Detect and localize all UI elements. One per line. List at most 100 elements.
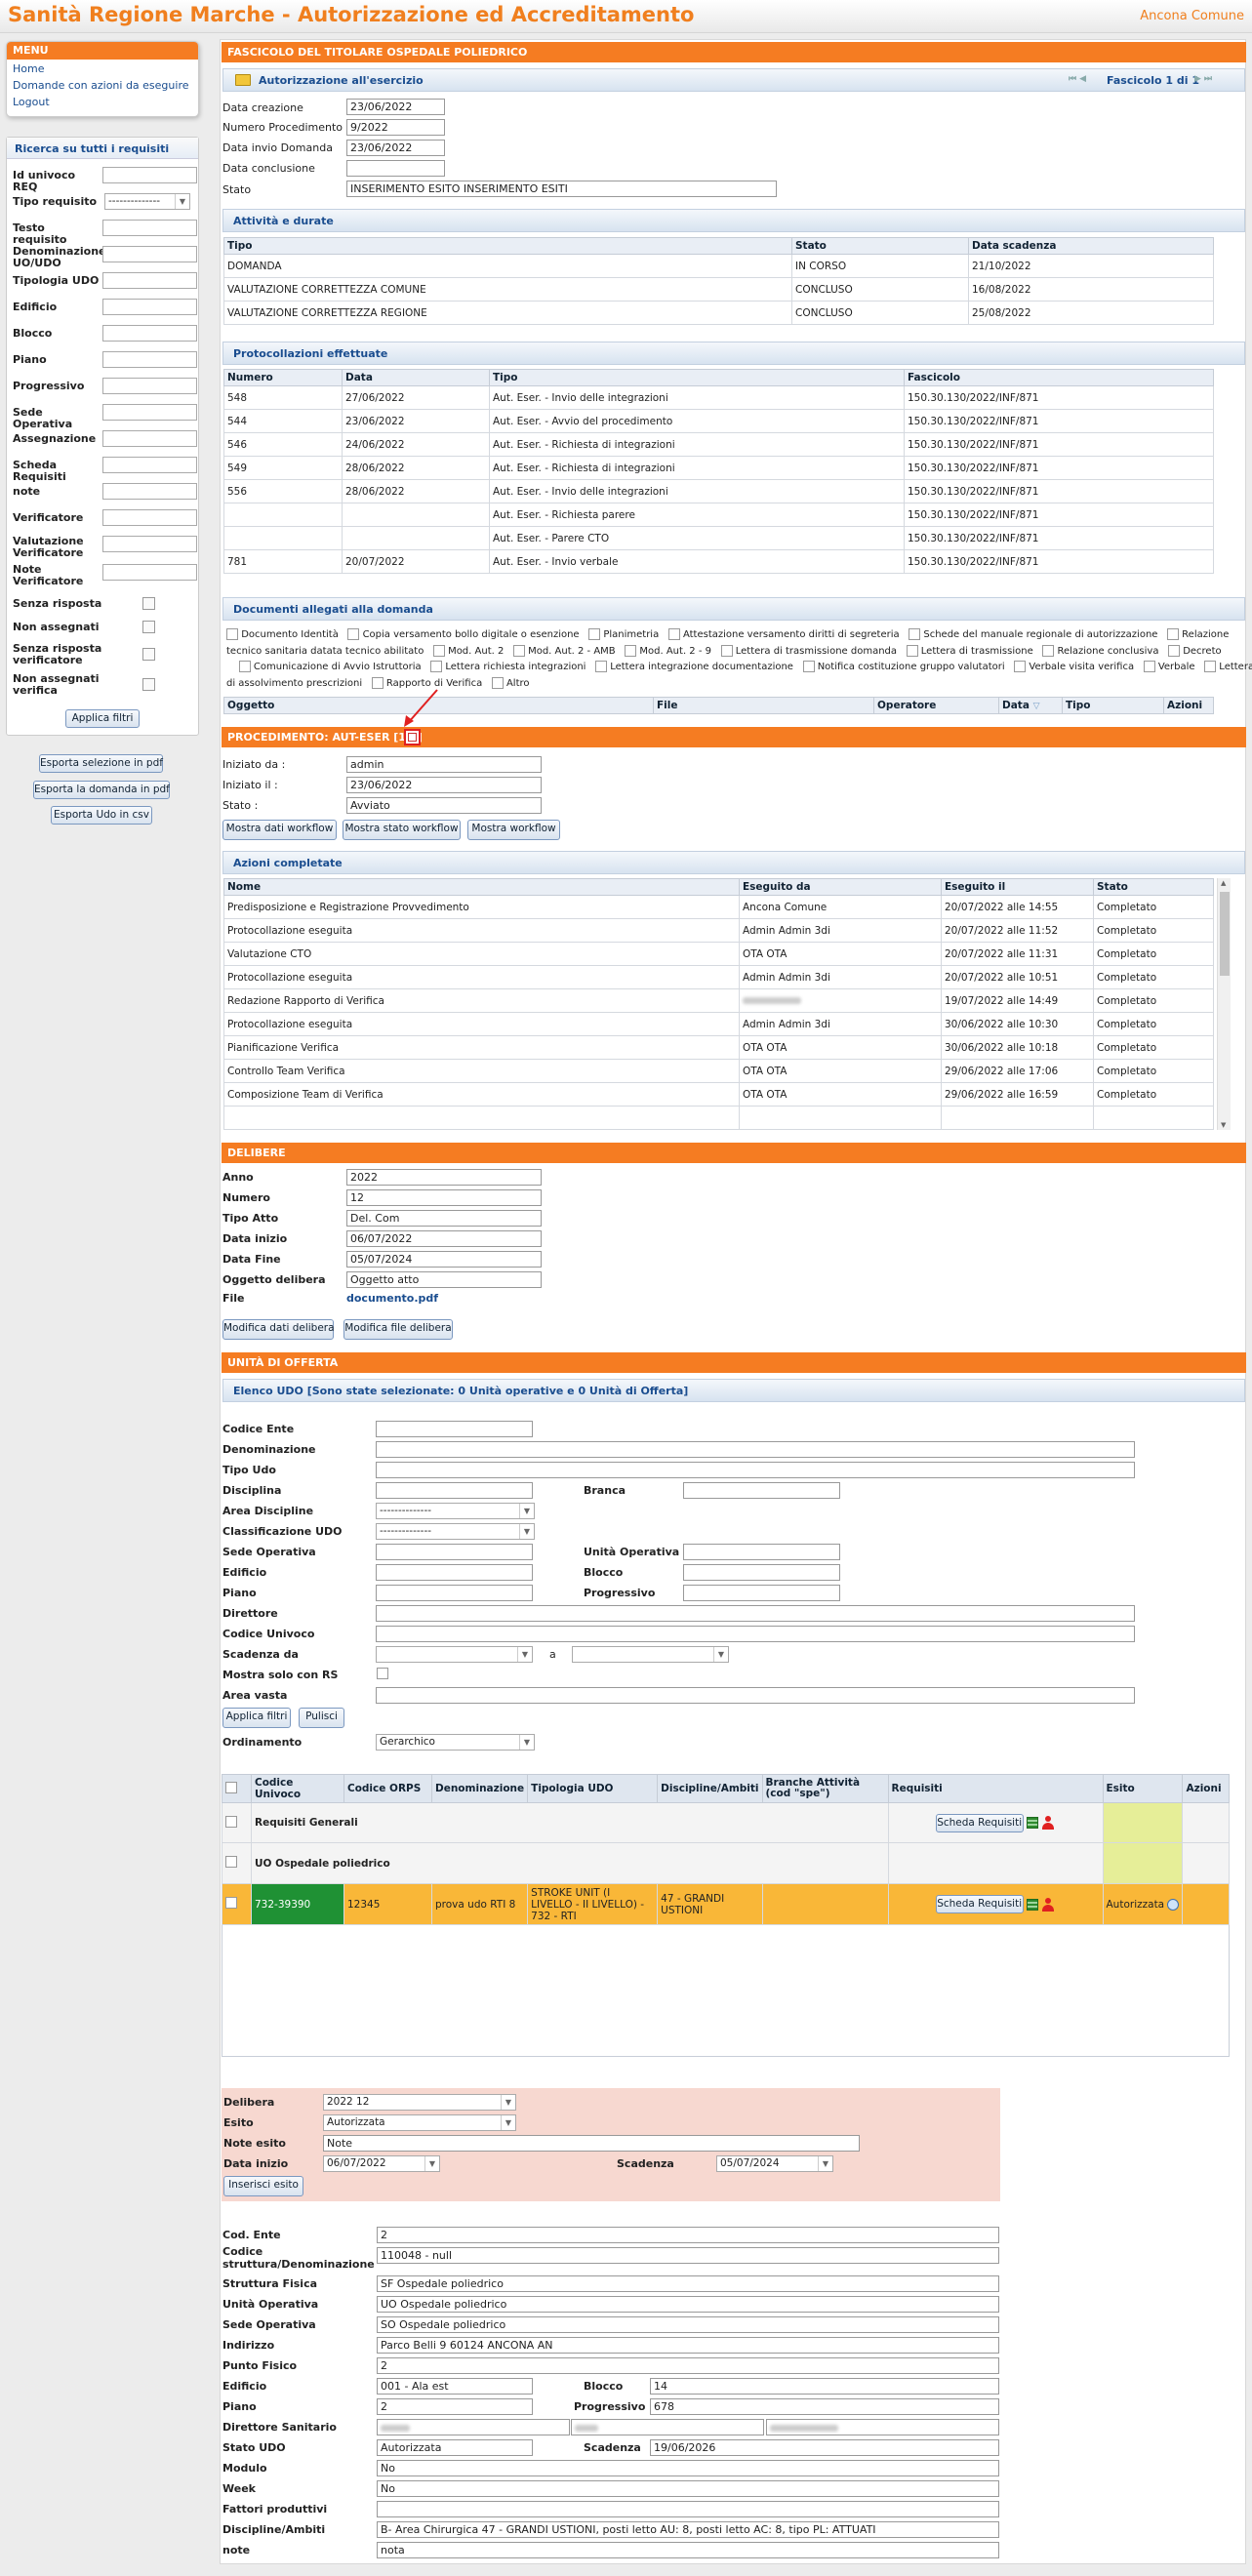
ordinamento-select[interactable]: Gerarchico ▼: [376, 1734, 535, 1751]
user-icon[interactable]: [1041, 1816, 1055, 1830]
doc-checkbox[interactable]: [371, 676, 384, 689]
doc-checkbox[interactable]: [430, 661, 443, 672]
current-user[interactable]: Ancona Comune: [1140, 9, 1244, 23]
azioni-scroll-area[interactable]: Nome Eseguito da Eseguito il Stato Predispo…: [223, 878, 1232, 1130]
doc-checkbox[interactable]: [720, 644, 733, 657]
codice-ente-input[interactable]: [376, 1421, 533, 1437]
doc-checkbox[interactable]: [1014, 661, 1027, 672]
udo-apply-filters-button[interactable]: Applica filtri: [222, 1708, 291, 1728]
tipo-udo-input[interactable]: [376, 1462, 1135, 1478]
pager-next-icons[interactable]: ▶⏭: [1194, 74, 1215, 84]
row-checkbox[interactable]: [225, 1856, 237, 1868]
senza-risposta-verificatore-checkbox[interactable]: [142, 648, 155, 661]
area-discipline-select[interactable]: -------------- ▼: [376, 1503, 535, 1519]
filter-valutazione-input[interactable]: [102, 536, 197, 552]
doc-checkbox[interactable]: [1042, 644, 1055, 657]
insert-esito-button[interactable]: Inserisci esito: [223, 2176, 303, 2196]
doc-checkbox[interactable]: [491, 676, 504, 689]
doc-checkbox[interactable]: [432, 644, 445, 657]
export-selection-pdf-button[interactable]: Esporta selezione in pdf: [39, 754, 163, 773]
filter-verificatore-input[interactable]: [102, 509, 197, 526]
edificio-input[interactable]: [376, 1564, 533, 1581]
filter-progressivo-input[interactable]: [102, 378, 197, 394]
doc-checkbox[interactable]: [1143, 661, 1155, 672]
pager-prev-icons[interactable]: ⏮◀: [1069, 74, 1089, 84]
doc-checkbox[interactable]: [625, 644, 637, 657]
filter-assegnazione-input[interactable]: [102, 430, 197, 447]
senza-risposta-checkbox[interactable]: [142, 597, 155, 610]
filter-sede-input[interactable]: [102, 404, 197, 421]
user-icon[interactable]: [1041, 1897, 1055, 1912]
esito-data-inizio-select[interactable]: 06/07/2022 ▼: [323, 2155, 440, 2172]
direttore-input[interactable]: [376, 1605, 1135, 1622]
doc-checkbox[interactable]: [1168, 644, 1180, 657]
scheda-requisiti-button[interactable]: Scheda Requisiti: [935, 1813, 1024, 1832]
doc-checkbox[interactable]: [1204, 661, 1217, 672]
filter-note-input[interactable]: [102, 483, 197, 500]
show-workflow-data-button[interactable]: Mostra dati workflow: [222, 820, 337, 840]
esito-select[interactable]: Autorizzata ▼: [323, 2114, 516, 2131]
row-checkbox[interactable]: [225, 1815, 237, 1828]
filter-denominazione-input[interactable]: [102, 246, 197, 262]
esito-delibera-select[interactable]: 2022 12 ▼: [323, 2094, 516, 2111]
sede-operativa-input[interactable]: [376, 1544, 533, 1560]
non-assegnati-verifica-checkbox[interactable]: [142, 678, 155, 691]
scrollbar[interactable]: ▲ ▼: [1217, 878, 1231, 1130]
doc-checkbox[interactable]: [595, 661, 607, 672]
select-all-checkbox[interactable]: [225, 1781, 237, 1793]
area-vasta-input[interactable]: [376, 1687, 1135, 1704]
codice-univoco-input[interactable]: [376, 1626, 1135, 1642]
menu-item-home[interactable]: Home: [7, 60, 198, 76]
show-workflow-state-button[interactable]: Mostra stato workflow: [343, 820, 461, 840]
filter-piano-input[interactable]: [102, 351, 197, 368]
filter-scheda-input[interactable]: [102, 457, 197, 473]
info-icon[interactable]: [1167, 1898, 1180, 1911]
delibera-file-link[interactable]: documento.pdf: [346, 1292, 438, 1305]
filter-tipologia-input[interactable]: [102, 272, 197, 289]
denominazione-input[interactable]: [376, 1441, 1135, 1458]
show-workflow-button[interactable]: Mostra workflow: [467, 820, 560, 840]
doc-checkbox[interactable]: [906, 644, 918, 657]
filter-blocco-input[interactable]: [102, 325, 197, 342]
apply-filters-button[interactable]: Applica filtri: [65, 709, 140, 728]
doc-checkbox[interactable]: [802, 661, 815, 672]
filter-note-verificatore-input[interactable]: [102, 564, 197, 581]
export-udo-csv-button[interactable]: Esporta Udo in csv: [51, 806, 152, 825]
menu-item-logout[interactable]: Logout: [7, 93, 198, 109]
doc-checkbox[interactable]: [238, 661, 251, 672]
scadenza-da-select[interactable]: ▼: [376, 1646, 533, 1663]
doc-checkbox[interactable]: [667, 628, 680, 640]
classificazione-select[interactable]: -------------- ▼: [376, 1523, 535, 1540]
esito-scadenza-select[interactable]: 05/07/2024 ▼: [716, 2155, 833, 2172]
edit-delibera-file-button[interactable]: Modifica file delibera: [343, 1319, 453, 1340]
row-checkbox[interactable]: [225, 1897, 237, 1909]
unita-operativa-input[interactable]: [683, 1544, 840, 1560]
export-domanda-pdf-button[interactable]: Esporta la domanda in pdf: [33, 781, 170, 799]
blocco-input[interactable]: [683, 1564, 840, 1581]
grid-icon[interactable]: [1027, 1898, 1038, 1911]
edit-delibera-data-button[interactable]: Modifica dati delibera: [222, 1319, 335, 1340]
udo-clear-button[interactable]: Pulisci: [299, 1708, 344, 1728]
col-header-data[interactable]: Data ▽: [998, 697, 1063, 714]
scadenza-a-select[interactable]: ▼: [572, 1646, 729, 1663]
doc-checkbox[interactable]: [347, 628, 360, 640]
doc-checkbox[interactable]: [1166, 628, 1179, 640]
filter-id-input[interactable]: [102, 167, 197, 183]
mostra-rs-checkbox[interactable]: [377, 1668, 388, 1679]
note-esito-input[interactable]: Note: [323, 2135, 860, 2152]
filter-testo-input[interactable]: [102, 220, 197, 236]
filter-tipo-select[interactable]: -------------- ▼: [104, 193, 190, 210]
disciplina-input[interactable]: [376, 1482, 533, 1499]
scheda-requisiti-button[interactable]: Scheda Requisiti: [935, 1895, 1024, 1913]
doc-checkbox[interactable]: [588, 628, 601, 640]
piano-input[interactable]: [376, 1585, 533, 1601]
doc-checkbox[interactable]: [226, 628, 238, 640]
branca-input[interactable]: [683, 1482, 840, 1499]
grid-icon[interactable]: [1027, 1817, 1038, 1829]
doc-checkbox[interactable]: [512, 644, 525, 657]
menu-item-domande[interactable]: Domande con azioni da eseguire: [7, 76, 198, 93]
progressivo-input[interactable]: [683, 1585, 840, 1601]
doc-checkbox[interactable]: [909, 628, 921, 640]
workflow-icon[interactable]: [404, 729, 421, 745]
non-assegnati-checkbox[interactable]: [142, 621, 155, 633]
